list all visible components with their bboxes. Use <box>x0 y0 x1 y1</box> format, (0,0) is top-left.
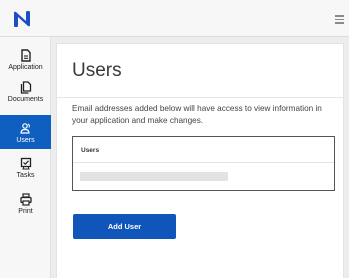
add-user-button[interactable]: Add User <box>73 214 176 239</box>
divider <box>57 97 343 98</box>
documents-stack-icon <box>20 81 31 94</box>
users-icon <box>19 123 30 134</box>
sidebar: Application Documents Users Tasks Print <box>0 37 51 278</box>
table-row <box>73 163 334 191</box>
sidebar-item-print[interactable]: Print <box>0 193 51 223</box>
sidebar-item-label: Print <box>18 208 33 215</box>
page-title: Users <box>72 60 122 81</box>
tasks-check-icon <box>20 157 31 170</box>
top-bar <box>0 0 349 37</box>
printer-icon <box>19 193 32 206</box>
users-panel: Users Email addresses added below will h… <box>56 43 344 278</box>
sidebar-item-documents[interactable]: Documents <box>0 81 51 111</box>
sidebar-item-label: Tasks <box>16 172 35 179</box>
sidebar-item-label: Application <box>8 64 43 71</box>
hamburger-menu-icon[interactable] <box>335 15 344 24</box>
document-icon <box>20 49 31 62</box>
access-description: Email addresses added below will have ac… <box>72 104 322 125</box>
table-header: Users <box>73 137 334 163</box>
redacted-email <box>80 172 228 181</box>
sidebar-item-users[interactable]: Users <box>0 115 51 149</box>
sidebar-item-tasks[interactable]: Tasks <box>0 157 51 187</box>
sidebar-item-label: Documents <box>7 96 44 103</box>
sidebar-item-label: Users <box>16 137 35 144</box>
users-table: Users <box>72 136 335 191</box>
sidebar-item-application[interactable]: Application <box>0 49 51 79</box>
n-logo-icon[interactable] <box>12 11 32 27</box>
